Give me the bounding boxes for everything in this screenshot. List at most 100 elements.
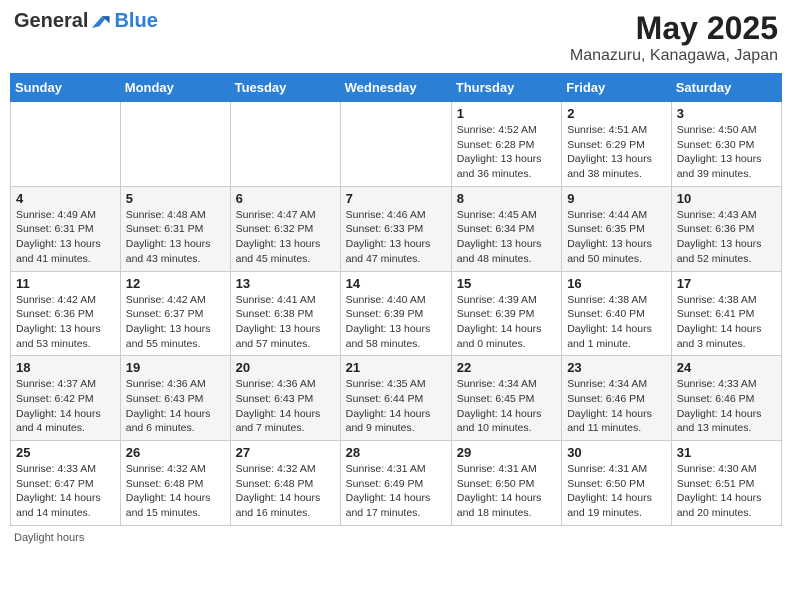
logo-general: General — [14, 10, 88, 33]
calendar-week-3: 11Sunrise: 4:42 AM Sunset: 6:36 PM Dayli… — [11, 271, 782, 356]
calendar-cell — [120, 102, 230, 187]
day-info: Sunrise: 4:31 AM Sunset: 6:49 PM Dayligh… — [346, 462, 446, 521]
calendar-cell — [340, 102, 451, 187]
calendar-cell: 8 Sunrise: 4:45 AM Sunset: 6:34 PM Daylig… — [451, 186, 561, 271]
day-number: 11 — [16, 276, 115, 291]
calendar-cell: 5 Sunrise: 4:48 AM Sunset: 6:31 PM Daylig… — [120, 186, 230, 271]
footer-note: Daylight hours — [10, 532, 782, 544]
calendar-cell: 4Sunrise: 4:49 AM Sunset: 6:31 PM Daylig… — [11, 186, 121, 271]
day-number: 16 — [567, 276, 666, 291]
calendar-cell: 11Sunrise: 4:42 AM Sunset: 6:36 PM Dayli… — [11, 271, 121, 356]
weekday-header-row: SundayMondayTuesdayWednesdayThursdayFrid… — [11, 74, 782, 102]
calendar-cell: 19 Sunrise: 4:36 AM Sunset: 6:43 PM Dayli… — [120, 356, 230, 441]
day-info: Sunrise: 4:43 AM Sunset: 6:36 PM Dayligh… — [677, 208, 776, 267]
weekday-header-monday: Monday — [120, 74, 230, 102]
day-info: Sunrise: 4:41 AM Sunset: 6:38 PM Dayligh… — [236, 293, 335, 352]
weekday-header-thursday: Thursday — [451, 74, 561, 102]
calendar-cell: 28 Sunrise: 4:31 AM Sunset: 6:49 PM Dayli… — [340, 441, 451, 526]
title-section: May 2025 Manazuru, Kanagawa, Japan — [570, 10, 778, 65]
calendar-cell: 13 Sunrise: 4:41 AM Sunset: 6:38 PM Dayli… — [230, 271, 340, 356]
day-info: Sunrise: 4:44 AM Sunset: 6:35 PM Dayligh… — [567, 208, 666, 267]
calendar-cell: 15 Sunrise: 4:39 AM Sunset: 6:39 PM Dayli… — [451, 271, 561, 356]
weekday-header-tuesday: Tuesday — [230, 74, 340, 102]
calendar-cell: 7 Sunrise: 4:46 AM Sunset: 6:33 PM Daylig… — [340, 186, 451, 271]
day-info: Sunrise: 4:39 AM Sunset: 6:39 PM Dayligh… — [457, 293, 556, 352]
calendar-cell: 9 Sunrise: 4:44 AM Sunset: 6:35 PM Daylig… — [562, 186, 672, 271]
calendar-cell: 2Sunrise: 4:51 AM Sunset: 6:29 PM Daylig… — [562, 102, 672, 187]
day-info: Sunrise: 4:31 AM Sunset: 6:50 PM Dayligh… — [567, 462, 666, 521]
day-info: Sunrise: 4:51 AM Sunset: 6:29 PM Dayligh… — [567, 123, 666, 182]
logo-blue: Blue — [114, 10, 157, 32]
day-number: 18 — [16, 360, 115, 375]
day-info: Sunrise: 4:38 AM Sunset: 6:41 PM Dayligh… — [677, 293, 776, 352]
weekday-header-friday: Friday — [562, 74, 672, 102]
calendar-cell: 24Sunrise: 4:33 AM Sunset: 6:46 PM Dayli… — [671, 356, 781, 441]
day-number: 23 — [567, 360, 666, 375]
day-number: 26 — [126, 445, 225, 460]
calendar-cell — [230, 102, 340, 187]
calendar-cell: 31 Sunrise: 4:30 AM Sunset: 6:51 PM Dayli… — [671, 441, 781, 526]
calendar-cell: 16 Sunrise: 4:38 AM Sunset: 6:40 PM Dayli… — [562, 271, 672, 356]
day-number: 7 — [346, 191, 446, 206]
calendar-cell: 18 Sunrise: 4:37 AM Sunset: 6:42 PM Dayli… — [11, 356, 121, 441]
day-info: Sunrise: 4:52 AM Sunset: 6:28 PM Dayligh… — [457, 123, 556, 182]
day-number: 28 — [346, 445, 446, 460]
day-number: 29 — [457, 445, 556, 460]
calendar-cell — [11, 102, 121, 187]
day-number: 8 — [457, 191, 556, 206]
day-info: Sunrise: 4:31 AM Sunset: 6:50 PM Dayligh… — [457, 462, 556, 521]
calendar-cell: 20Sunrise: 4:36 AM Sunset: 6:43 PM Dayli… — [230, 356, 340, 441]
page-header: General Blue May 2025 Manazuru, Kanagawa… — [10, 10, 782, 65]
calendar-week-1: 1 Sunrise: 4:52 AM Sunset: 6:28 PM Daylig… — [11, 102, 782, 187]
day-info: Sunrise: 4:46 AM Sunset: 6:33 PM Dayligh… — [346, 208, 446, 267]
day-info: Sunrise: 4:42 AM Sunset: 6:37 PM Dayligh… — [126, 293, 225, 352]
calendar-cell: 3Sunrise: 4:50 AM Sunset: 6:30 PM Daylig… — [671, 102, 781, 187]
calendar-cell: 27Sunrise: 4:32 AM Sunset: 6:48 PM Dayli… — [230, 441, 340, 526]
day-number: 13 — [236, 276, 335, 291]
day-info: Sunrise: 4:38 AM Sunset: 6:40 PM Dayligh… — [567, 293, 666, 352]
day-number: 12 — [126, 276, 225, 291]
day-number: 30 — [567, 445, 666, 460]
calendar-table: SundayMondayTuesdayWednesdayThursdayFrid… — [10, 73, 782, 526]
calendar-cell: 25Sunrise: 4:33 AM Sunset: 6:47 PM Dayli… — [11, 441, 121, 526]
day-number: 31 — [677, 445, 776, 460]
day-number: 19 — [126, 360, 225, 375]
day-info: Sunrise: 4:34 AM Sunset: 6:46 PM Dayligh… — [567, 377, 666, 436]
calendar-cell: 30 Sunrise: 4:31 AM Sunset: 6:50 PM Dayli… — [562, 441, 672, 526]
calendar-week-5: 25Sunrise: 4:33 AM Sunset: 6:47 PM Dayli… — [11, 441, 782, 526]
day-info: Sunrise: 4:33 AM Sunset: 6:46 PM Dayligh… — [677, 377, 776, 436]
day-number: 17 — [677, 276, 776, 291]
day-number: 5 — [126, 191, 225, 206]
day-number: 9 — [567, 191, 666, 206]
day-number: 25 — [16, 445, 115, 460]
day-info: Sunrise: 4:47 AM Sunset: 6:32 PM Dayligh… — [236, 208, 335, 267]
day-info: Sunrise: 4:50 AM Sunset: 6:30 PM Dayligh… — [677, 123, 776, 182]
day-info: Sunrise: 4:32 AM Sunset: 6:48 PM Dayligh… — [126, 462, 225, 521]
day-number: 6 — [236, 191, 335, 206]
calendar-cell: 12 Sunrise: 4:42 AM Sunset: 6:37 PM Dayli… — [120, 271, 230, 356]
day-info: Sunrise: 4:37 AM Sunset: 6:42 PM Dayligh… — [16, 377, 115, 436]
calendar-cell: 23 Sunrise: 4:34 AM Sunset: 6:46 PM Dayli… — [562, 356, 672, 441]
weekday-header-saturday: Saturday — [671, 74, 781, 102]
day-info: Sunrise: 4:49 AM Sunset: 6:31 PM Dayligh… — [16, 208, 115, 267]
day-number: 1 — [457, 106, 556, 121]
day-number: 15 — [457, 276, 556, 291]
day-info: Sunrise: 4:45 AM Sunset: 6:34 PM Dayligh… — [457, 208, 556, 267]
day-number: 21 — [346, 360, 446, 375]
day-number: 27 — [236, 445, 335, 460]
day-number: 22 — [457, 360, 556, 375]
calendar-cell: 6 Sunrise: 4:47 AM Sunset: 6:32 PM Daylig… — [230, 186, 340, 271]
calendar-cell: 29 Sunrise: 4:31 AM Sunset: 6:50 PM Dayli… — [451, 441, 561, 526]
calendar-week-2: 4Sunrise: 4:49 AM Sunset: 6:31 PM Daylig… — [11, 186, 782, 271]
day-info: Sunrise: 4:48 AM Sunset: 6:31 PM Dayligh… — [126, 208, 225, 267]
day-number: 14 — [346, 276, 446, 291]
calendar-cell: 26 Sunrise: 4:32 AM Sunset: 6:48 PM Dayli… — [120, 441, 230, 526]
weekday-header-sunday: Sunday — [11, 74, 121, 102]
day-info: Sunrise: 4:34 AM Sunset: 6:45 PM Dayligh… — [457, 377, 556, 436]
calendar-cell: 17 Sunrise: 4:38 AM Sunset: 6:41 PM Dayli… — [671, 271, 781, 356]
location: Manazuru, Kanagawa, Japan — [570, 47, 778, 65]
day-number: 20 — [236, 360, 335, 375]
day-info: Sunrise: 4:36 AM Sunset: 6:43 PM Dayligh… — [126, 377, 225, 436]
day-info: Sunrise: 4:30 AM Sunset: 6:51 PM Dayligh… — [677, 462, 776, 521]
weekday-header-wednesday: Wednesday — [340, 74, 451, 102]
